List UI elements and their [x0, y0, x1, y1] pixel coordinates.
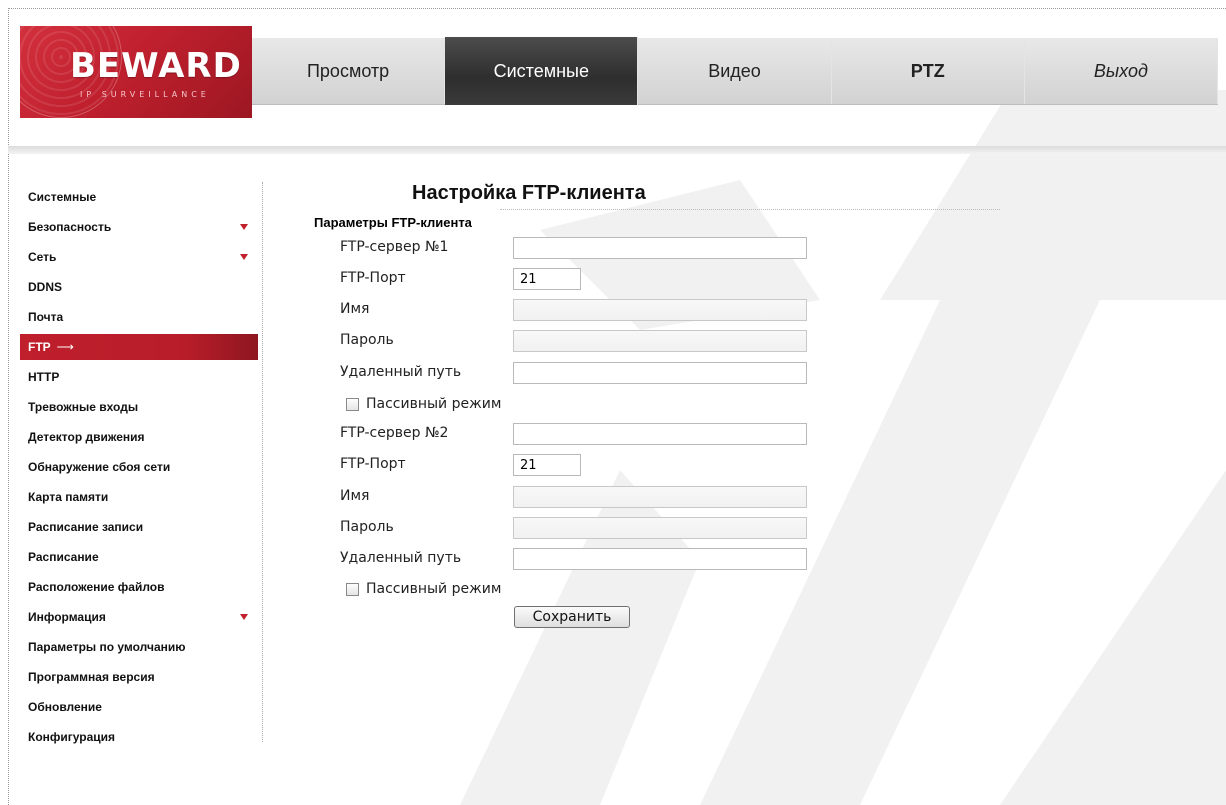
sidebar-item-motion-detector[interactable]: Детектор движения	[20, 422, 258, 452]
ftp-name1-input[interactable]	[513, 299, 807, 321]
passive-mode1-checkbox[interactable]	[346, 398, 359, 411]
tab-logout[interactable]: Выход	[1025, 38, 1219, 104]
expand-arrow-icon	[240, 224, 248, 230]
expand-arrow-icon	[240, 614, 248, 620]
sidebar-item-label: Обнаружение сбоя сети	[28, 460, 171, 474]
ftp-password2-input[interactable]	[513, 517, 807, 539]
ftp-path1-label: Удаленный путь	[340, 364, 462, 380]
ftp-port2-input[interactable]	[513, 454, 581, 476]
ftp-path2-row: Удаленный путь	[340, 548, 820, 570]
save-button[interactable]: Сохранить	[514, 606, 630, 628]
logo-tagline: IP SURVEILLANCE	[80, 90, 210, 99]
sidebar-item-defaults[interactable]: Параметры по умолчанию	[20, 632, 258, 662]
ftp-server2-input[interactable]	[513, 423, 807, 445]
sidebar-item-firmware-version[interactable]: Программная версия	[20, 662, 258, 692]
title-divider	[500, 209, 1000, 210]
sidebar-item-label: FTP	[28, 340, 51, 354]
sidebar-item-configuration[interactable]: Конфигурация	[20, 722, 258, 752]
ftp-server1-label: FTP-сервер №1	[340, 239, 449, 255]
sidebar-item-label: Конфигурация	[28, 730, 116, 744]
ftp-port2-row: FTP-Порт	[340, 454, 820, 476]
passive-mode2-label: Пассивный режим	[366, 581, 502, 597]
sidebar-item-update[interactable]: Обновление	[20, 692, 258, 722]
ftp-password1-row: Пароль	[340, 330, 820, 352]
ftp-name1-row: Имя	[340, 299, 820, 321]
sidebar-item-label: Детектор движения	[28, 430, 145, 444]
tab-system[interactable]: Системные	[445, 37, 639, 105]
sidebar-item-alarm-inputs[interactable]: Тревожные входы	[20, 392, 258, 422]
sidebar-item-label: Системные	[28, 190, 97, 204]
sidebar-item-mail[interactable]: Почта	[20, 302, 258, 332]
sidebar-item-label: Почта	[28, 310, 64, 324]
sidebar-item-ddns[interactable]: DDNS	[20, 272, 258, 302]
tab-ptz[interactable]: PTZ	[832, 38, 1025, 104]
sidebar-item-system[interactable]: Системные	[20, 182, 258, 212]
sidebar-item-label: Расписание	[28, 550, 99, 564]
page-title: Настройка FTP-клиента	[412, 182, 646, 204]
sidebar-item-file-location[interactable]: Расположение файлов	[20, 572, 258, 602]
sidebar-item-label: Расположение файлов	[28, 580, 165, 594]
tab-view[interactable]: Просмотр	[252, 38, 446, 104]
sidebar-item-network[interactable]: Сеть	[20, 242, 258, 272]
sidebar-item-ftp[interactable]: FTP ⟶	[20, 334, 258, 360]
ftp-port1-label: FTP-Порт	[340, 270, 406, 286]
sidebar-item-security[interactable]: Безопасность	[20, 212, 258, 242]
ftp-server2-label: FTP-сервер №2	[340, 425, 449, 441]
ftp-port2-label: FTP-Порт	[340, 456, 406, 472]
sidebar-item-label: Обновление	[28, 700, 102, 714]
header-divider	[8, 146, 1226, 154]
ftp-password1-label: Пароль	[340, 332, 394, 348]
sidebar-item-label: Карта памяти	[28, 490, 109, 504]
sidebar-item-label: Параметры по умолчанию	[28, 640, 186, 654]
ftp-server2-row: FTP-сервер №2	[340, 423, 820, 445]
ftp-password2-row: Пароль	[340, 517, 820, 539]
beward-logo[interactable]: BEWARD IP SURVEILLANCE	[20, 26, 252, 118]
sidebar-item-network-failure[interactable]: Обнаружение сбоя сети	[20, 452, 258, 482]
section-title: Параметры FTP-клиента	[314, 215, 472, 230]
sidebar-item-schedule[interactable]: Расписание	[20, 542, 258, 572]
sidebar-item-label: Информация	[28, 610, 106, 624]
sidebar-item-label: Программная версия	[28, 670, 155, 684]
expand-arrow-icon	[240, 254, 248, 260]
ftp-name2-label: Имя	[340, 488, 370, 504]
sidebar-item-label: Расписание записи	[28, 520, 144, 534]
sidebar-item-http[interactable]: HTTP	[20, 362, 258, 392]
sidebar-item-label: Тревожные входы	[28, 400, 139, 414]
ftp-path2-label: Удаленный путь	[340, 550, 462, 566]
ftp-server1-input[interactable]	[513, 237, 807, 259]
sidebar-item-record-schedule[interactable]: Расписание записи	[20, 512, 258, 542]
right-arrow-icon: ⟶	[56, 340, 74, 354]
passive-mode1-label: Пассивный режим	[366, 396, 502, 412]
ftp-path2-input[interactable]	[513, 548, 807, 570]
ftp-name2-row: Имя	[340, 486, 820, 508]
ftp-port1-row: FTP-Порт	[340, 268, 820, 290]
ftp-password2-label: Пароль	[340, 519, 394, 535]
ftp-path1-row: Удаленный путь	[340, 362, 820, 384]
ftp-password1-input[interactable]	[513, 330, 807, 352]
ftp-name1-label: Имя	[340, 301, 370, 317]
sidebar-item-label: Безопасность	[28, 220, 112, 234]
passive-mode2-checkbox[interactable]	[346, 583, 359, 596]
sidebar-item-label: HTTP	[28, 370, 60, 384]
ftp-path1-input[interactable]	[513, 362, 807, 384]
sidebar-item-memory-card[interactable]: Карта памяти	[20, 482, 258, 512]
sidebar-item-information[interactable]: Информация	[20, 602, 258, 632]
logo-brand: BEWARD	[70, 46, 242, 86]
sidebar-item-label: DDNS	[28, 280, 63, 294]
ftp-server1-row: FTP-сервер №1	[340, 237, 820, 259]
top-navigation: Просмотр Системные Видео PTZ Выход	[252, 37, 1219, 105]
sidebar-item-label: Сеть	[28, 250, 57, 264]
ftp-port1-input[interactable]	[513, 268, 581, 290]
ftp-name2-input[interactable]	[513, 486, 807, 508]
tab-video[interactable]: Видео	[638, 38, 832, 104]
sidebar-menu: Системные Безопасность Сеть DDNS Почта F…	[20, 182, 263, 744]
